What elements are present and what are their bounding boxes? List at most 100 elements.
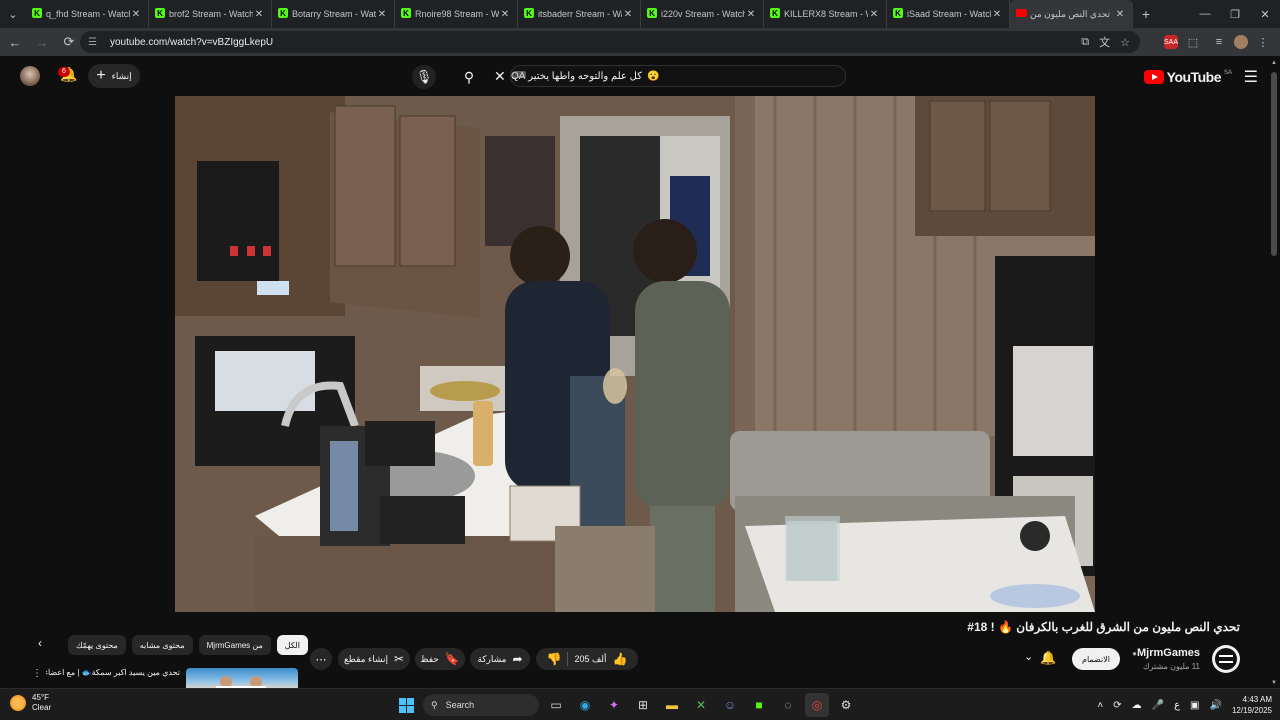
search-input[interactable]: 😮 كل علم والتوحه واطها يختير QA xyxy=(510,65,846,87)
more-actions-icon[interactable]: ⋯ xyxy=(310,648,332,670)
search-emoji: 😮 xyxy=(647,70,660,82)
mic-tray-icon[interactable]: 🎤 xyxy=(1152,700,1164,711)
share-button[interactable]: مشاركة ➦ xyxy=(470,648,530,670)
tab-title: iSaad Stream - Watch xyxy=(907,9,991,19)
reload-button[interactable]: ⟳ xyxy=(57,30,81,54)
site-info-icon[interactable]: ☰ xyxy=(88,37,100,48)
video-player[interactable] xyxy=(175,96,1095,612)
close-window-button[interactable]: ✕ xyxy=(1250,0,1280,28)
scrollbar-thumb[interactable] xyxy=(1271,72,1277,256)
dislike-icon[interactable]: 👎 xyxy=(547,652,562,666)
recommendation-menu-icon[interactable]: ⋮ xyxy=(32,668,42,679)
show-hidden-icons-icon[interactable]: ˄ xyxy=(1097,700,1103,711)
url-text[interactable]: youtube.com/watch?v=vBZIggLkepU xyxy=(110,37,273,48)
like-count[interactable]: 205 ألف xyxy=(574,654,606,665)
browser-tab[interactable]: K Botarry Stream - Watch✕ xyxy=(272,0,395,28)
clock[interactable]: 4:43 AM 12/19/2025 xyxy=(1232,694,1272,716)
task-view-icon[interactable]: ▭ xyxy=(544,693,568,717)
capture-icon[interactable]: ◌ xyxy=(776,693,800,717)
profile-avatar[interactable] xyxy=(1234,35,1248,49)
discord-icon[interactable]: ☺ xyxy=(718,693,742,717)
close-tab-icon[interactable]: ✕ xyxy=(991,9,1003,20)
scroll-down-arrow-icon[interactable]: ▼ xyxy=(1270,680,1278,686)
forward-button[interactable]: → xyxy=(30,30,54,54)
clip-button[interactable]: إنشاء مقطع ✂ xyxy=(338,648,410,670)
browser-tab[interactable]: Kbrof2 Stream - Watch ✕ xyxy=(149,0,272,28)
close-tab-icon[interactable]: ✕ xyxy=(622,9,634,20)
sync-icon[interactable]: ⟳ xyxy=(1113,700,1121,711)
cloud-icon[interactable]: ☁ xyxy=(1132,700,1142,711)
youtube-logo[interactable]: YouTube SA xyxy=(1143,69,1232,85)
like-icon[interactable]: 👍 xyxy=(613,652,628,666)
chips-prev-arrow-icon[interactable]: ‹ xyxy=(38,636,42,650)
filter-chip[interactable]: محتوى يهمّك xyxy=(68,635,126,655)
edge-icon[interactable]: ◉ xyxy=(573,693,597,717)
weather-widget[interactable]: 45°F Clear xyxy=(10,693,51,713)
chrome-menu-icon[interactable]: ⋮ xyxy=(1252,31,1274,53)
close-tab-icon[interactable]: ✕ xyxy=(499,9,511,20)
create-button[interactable]: + إنشاء xyxy=(88,64,140,88)
browser-tab[interactable]: Kq_fhd Stream - Watch ✕ xyxy=(26,0,149,28)
bookmark-star-icon[interactable]: ☆ xyxy=(1120,36,1130,49)
account-avatar[interactable] xyxy=(20,66,40,86)
video-title: تحدي النص مليون من الشرق للغرب بالكرفان … xyxy=(967,620,1240,634)
guide-menu-icon[interactable]: ☰ xyxy=(1244,67,1258,87)
join-button[interactable]: الانضمام xyxy=(1072,648,1120,670)
keyboard-icon[interactable]: ⌨ xyxy=(513,70,526,81)
taskbar-search[interactable]: ⚲ Search xyxy=(423,694,539,716)
browser-tab[interactable]: K KILLERX8 Stream - Watch✕ xyxy=(764,0,887,28)
language-icon[interactable]: ع xyxy=(1174,700,1180,711)
minimize-button[interactable]: — xyxy=(1190,0,1220,28)
xbox-icon[interactable]: ✕ xyxy=(689,693,713,717)
extensions-icon[interactable]: ⬚ xyxy=(1182,31,1204,53)
maximize-button[interactable]: ❐ xyxy=(1220,0,1250,28)
region-code: SA xyxy=(1223,70,1232,76)
chevron-down-icon[interactable]: ⌄ xyxy=(1024,650,1033,663)
browser-tab[interactable]: KiSaad Stream - Watch ✕ xyxy=(887,0,1010,28)
translate-icon[interactable]: 文 xyxy=(1099,34,1110,50)
channel-avatar[interactable] xyxy=(1212,645,1240,673)
channel-logo-icon xyxy=(1215,648,1237,670)
close-tab-icon[interactable]: ✕ xyxy=(253,9,265,20)
page-scrollbar[interactable]: ▲ ▼ xyxy=(1270,60,1278,686)
new-tab-button[interactable]: + xyxy=(1133,6,1159,22)
microphone-icon[interactable]: 🎙 xyxy=(412,65,436,89)
install-app-icon[interactable]: ⧉ xyxy=(1081,36,1089,49)
clear-search-icon[interactable]: ✕ xyxy=(494,68,506,85)
close-tab-icon[interactable]: ✕ xyxy=(745,9,757,20)
save-button[interactable]: حفظ 🔖 xyxy=(415,648,465,670)
store-icon[interactable]: ⊞ xyxy=(631,693,655,717)
close-tab-icon[interactable]: ✕ xyxy=(376,9,388,20)
scroll-up-arrow-icon[interactable]: ▲ xyxy=(1270,60,1278,66)
volume-icon[interactable]: 🔊 xyxy=(1210,700,1222,711)
browser-tab[interactable]: K Rnoire98 Stream - Watch✕ xyxy=(395,0,518,28)
browser-tab[interactable]: تحدي النص مليون من ✕ xyxy=(1010,0,1133,28)
browser-tab[interactable]: Kitsbaderr Stream - Watch✕ xyxy=(518,0,641,28)
settings-icon[interactable]: ⚙ xyxy=(834,693,858,717)
subscription-bell-icon[interactable]: 🔔 xyxy=(1040,650,1056,666)
network-icon[interactable]: ▣ xyxy=(1190,700,1199,711)
copilot-icon[interactable]: ✦ xyxy=(602,693,626,717)
browser-tab[interactable]: Ki220v Stream - Watch ✕ xyxy=(641,0,764,28)
filter-chip[interactable]: الكل xyxy=(276,635,308,655)
recommendation-title[interactable]: تحدي مين يسيد اكبر سمكة🐟 | مع اعضاء xyxy=(46,668,180,677)
back-button[interactable]: ← xyxy=(3,30,27,54)
tab-title: Botarry Stream - Watch xyxy=(292,9,376,19)
kick-app-icon[interactable]: ■ xyxy=(747,693,771,717)
filter-chip[interactable]: محتوى مشابه xyxy=(131,635,193,655)
file-explorer-icon[interactable]: ▬ xyxy=(660,693,684,717)
search-icon[interactable]: ⚲ xyxy=(458,66,480,88)
url-bar[interactable]: ☰ youtube.com/watch?v=vBZIggLkepU ⧉ 文 ☆ xyxy=(80,31,1140,53)
recommendation-thumbnail[interactable] xyxy=(186,668,298,690)
tab-search-button[interactable]: ⌄ xyxy=(0,0,26,28)
media-controls-icon[interactable]: ≡ xyxy=(1208,31,1230,53)
close-tab-icon[interactable]: ✕ xyxy=(868,9,880,20)
close-tab-icon[interactable]: ✕ xyxy=(1114,9,1126,20)
chrome-icon[interactable]: ◎ xyxy=(805,693,829,717)
start-button[interactable] xyxy=(394,693,418,717)
close-tab-icon[interactable]: ✕ xyxy=(130,9,142,20)
recommendation-card[interactable]: تحدي مين يسيد اكبر سمكة🐟 | مع اعضاء ⋮ xyxy=(30,668,300,690)
extension-badge-icon[interactable]: SAA xyxy=(1164,35,1178,49)
filter-chip[interactable]: من MjrmGames xyxy=(198,635,271,655)
channel-name-link[interactable]: MjrmGames● xyxy=(1129,647,1200,659)
